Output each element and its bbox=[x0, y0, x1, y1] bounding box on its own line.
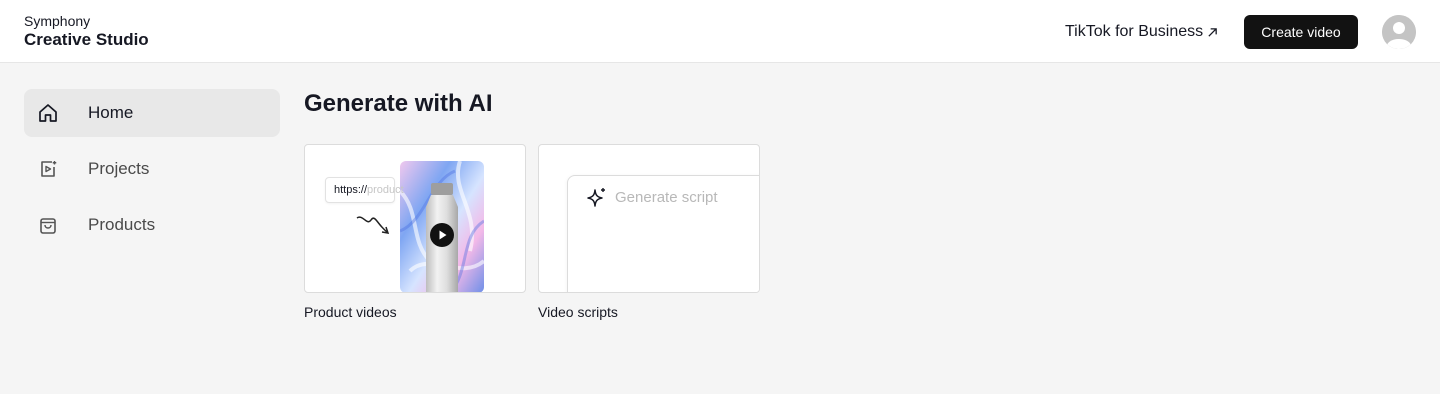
sidebar-item-home[interactable]: Home bbox=[24, 89, 280, 137]
brand-logo[interactable]: Symphony Creative Studio bbox=[24, 13, 149, 51]
brand-main-text: Creative Studio bbox=[24, 30, 149, 49]
external-arrow-icon bbox=[1208, 27, 1217, 37]
sidebar-item-products[interactable]: Products bbox=[24, 201, 280, 249]
video-scripts-label: Video scripts bbox=[538, 304, 618, 320]
play-icon bbox=[430, 223, 454, 247]
url-prefix: https:// bbox=[334, 184, 368, 196]
home-icon bbox=[37, 102, 59, 124]
video-scripts-card[interactable]: Generate script Video scripts bbox=[538, 144, 760, 321]
bag-icon bbox=[37, 214, 59, 236]
product-videos-card[interactable]: https://product Product videos bbox=[304, 144, 526, 321]
product-videos-thumbnail: https://product bbox=[304, 144, 526, 293]
sidebar-item-label: Projects bbox=[88, 159, 150, 178]
generate-script-placeholder: Generate script bbox=[615, 189, 718, 206]
squiggle-arrow-icon bbox=[356, 216, 390, 234]
tiktok-for-business-link[interactable]: TikTok for Business bbox=[1065, 22, 1218, 42]
sidebar-item-label: Products bbox=[88, 215, 156, 234]
user-avatar-icon[interactable] bbox=[1382, 15, 1416, 49]
sparkle-icon bbox=[587, 188, 605, 207]
product-url-field: https://product bbox=[325, 177, 404, 203]
video-scripts-thumbnail: Generate script bbox=[538, 144, 760, 293]
top-bar: Symphony Creative Studio TikTok for Busi… bbox=[0, 0, 1440, 63]
sidebar: Home Projects Products bbox=[24, 89, 280, 257]
sidebar-item-label: Home bbox=[88, 103, 134, 122]
create-video-button[interactable]: Create video bbox=[1244, 15, 1358, 49]
url-suffix: product bbox=[367, 184, 404, 196]
projects-icon bbox=[37, 158, 59, 180]
brand-top-text: Symphony bbox=[24, 13, 91, 29]
product-videos-label: Product videos bbox=[304, 304, 397, 320]
sidebar-item-projects[interactable]: Projects bbox=[24, 145, 280, 193]
business-link-label: TikTok for Business bbox=[1065, 23, 1204, 40]
script-panel: Generate script bbox=[567, 175, 759, 292]
page-title: Generate with AI bbox=[304, 90, 493, 117]
